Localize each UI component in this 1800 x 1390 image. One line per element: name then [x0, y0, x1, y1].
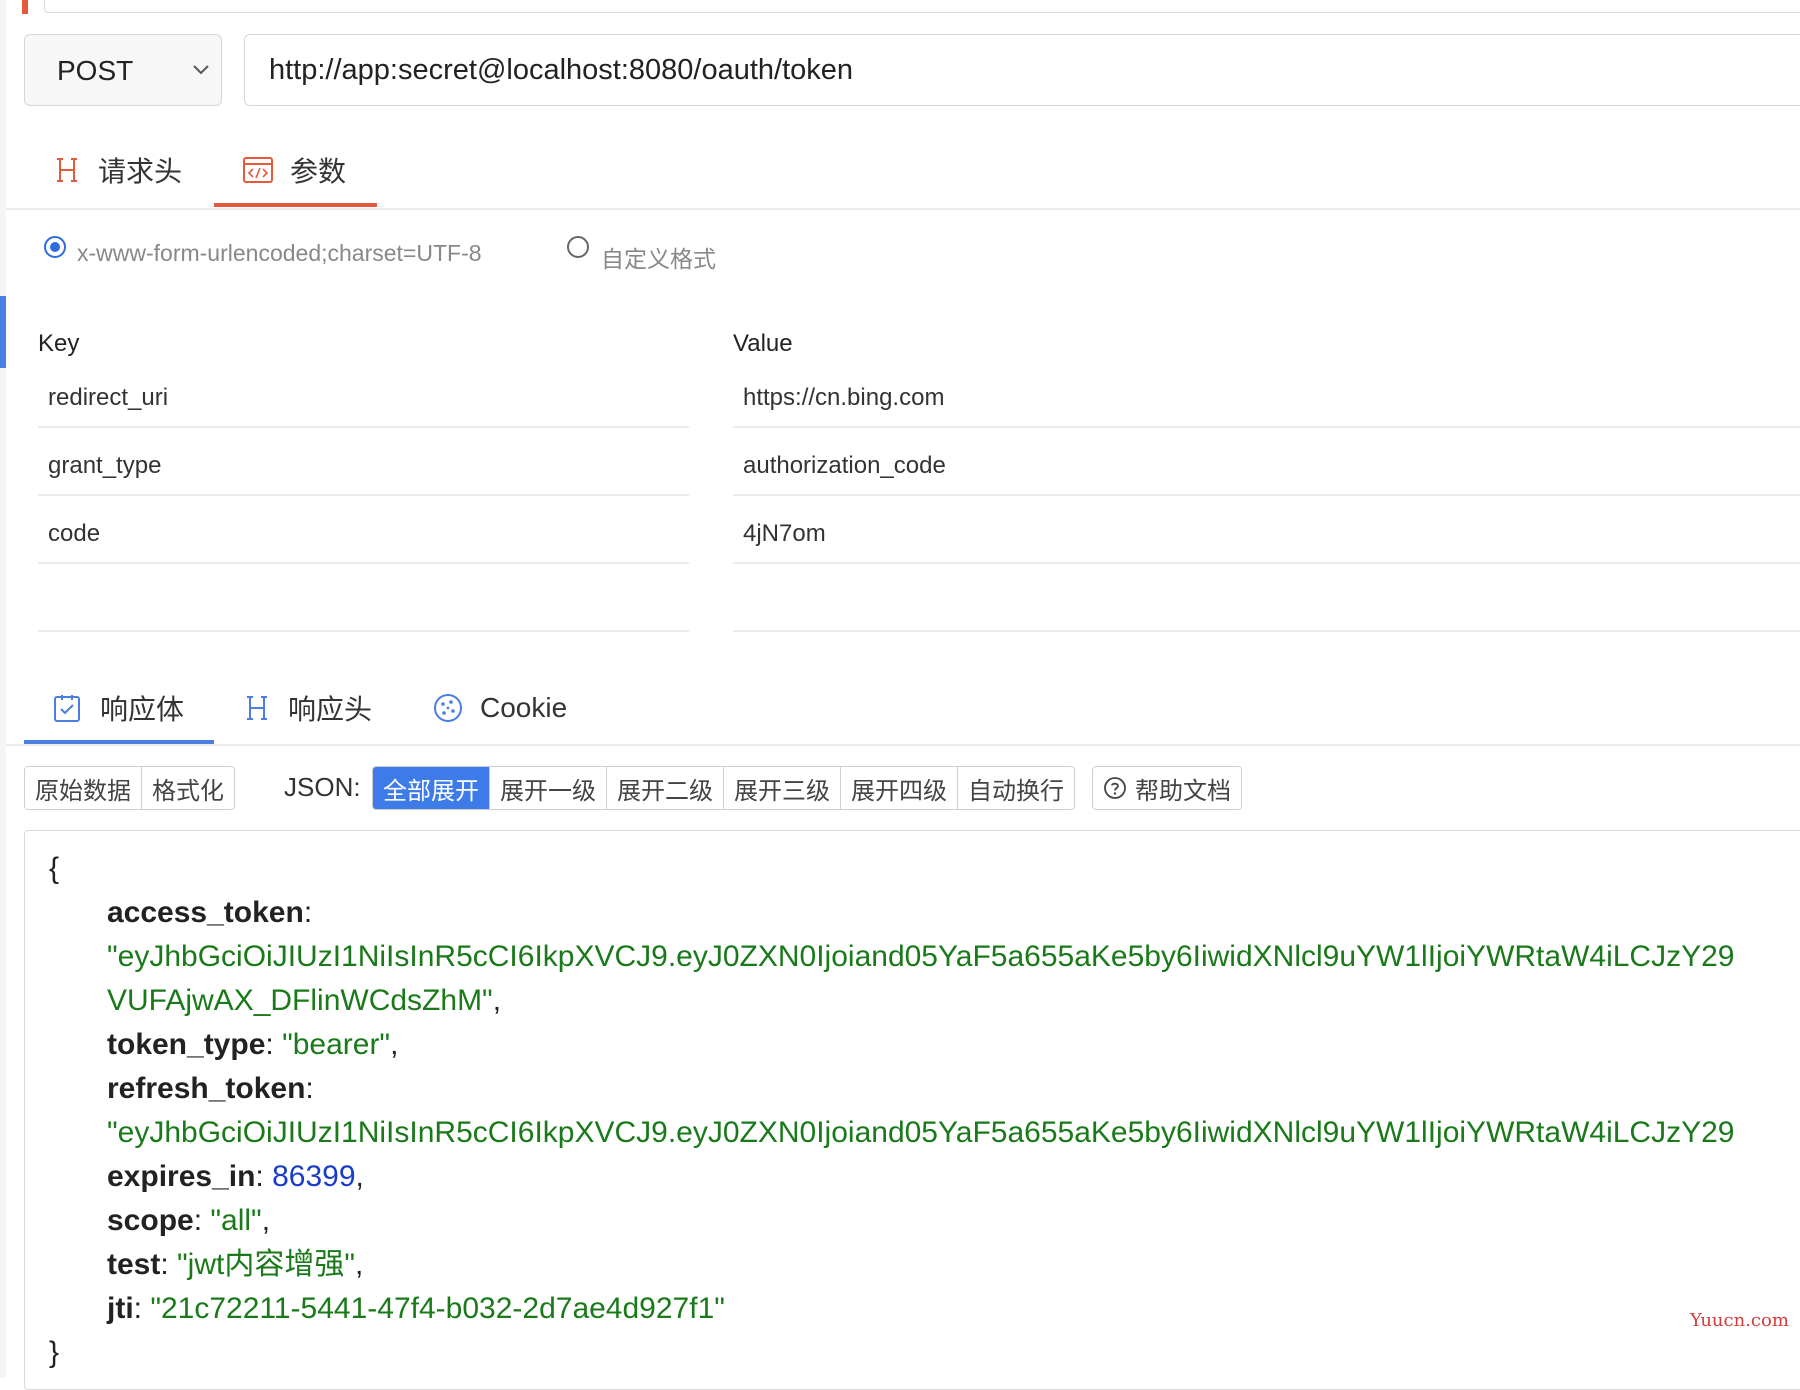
param-key-input[interactable]: redirect_uri	[38, 374, 689, 426]
param-value: https://cn.bing.com	[743, 384, 945, 411]
response-body-viewer[interactable]: { access_token: "eyJhbGciOiJIUzI1NiIsInR…	[24, 830, 1800, 1390]
tab-request-headers[interactable]: 请求头	[52, 145, 182, 195]
column-header-key: Key	[38, 330, 80, 357]
param-value-input-empty[interactable]	[733, 578, 1800, 630]
tab-label: 响应体	[100, 694, 185, 725]
word-wrap-button[interactable]: 自动换行	[957, 767, 1074, 809]
tab-label: 参数	[290, 156, 347, 187]
radio-button	[567, 236, 589, 258]
param-key: grant_type	[48, 452, 162, 479]
param-key: code	[48, 520, 101, 547]
json-key: expires_in	[107, 1160, 256, 1193]
cookie-icon	[434, 694, 462, 722]
json-label: JSON:	[284, 772, 361, 802]
help-button-group: 帮助文档	[1092, 766, 1242, 810]
method-select[interactable]: POST	[24, 34, 222, 106]
column-header-value: Value	[733, 330, 793, 357]
radio-urlencoded[interactable]	[44, 236, 66, 258]
row-divider	[733, 426, 1800, 428]
tab-label: Cookie	[480, 692, 568, 723]
json-value: "eyJhbGciOiJIUzI1NiIsInR5cCI6IkpXVCJ9.ey…	[107, 940, 1735, 973]
param-key-input-empty[interactable]	[38, 578, 689, 630]
param-value-input[interactable]: https://cn.bing.com	[733, 374, 1800, 426]
help-docs-label: 帮助文档	[1135, 777, 1231, 805]
param-key-input[interactable]: grant_type	[38, 442, 689, 494]
top-accent-bar	[22, 0, 28, 14]
view-mode-buttons: 原始数据 格式化	[24, 766, 235, 810]
json-value: "eyJhbGciOiJIUzI1NiIsInR5cCI6IkpXVCJ9.ey…	[107, 1116, 1735, 1149]
row-divider	[38, 630, 689, 632]
param-key: redirect_uri	[48, 384, 169, 411]
expand-level-2-button[interactable]: 展开二级	[606, 767, 723, 809]
json-close-brace: }	[49, 1336, 60, 1369]
json-key: access_token	[107, 896, 304, 929]
header-h-icon	[247, 696, 267, 720]
url-value: http://app:secret@localhost:8080/oauth/t…	[269, 54, 854, 86]
json-key: scope	[107, 1204, 194, 1237]
expand-level-3-button[interactable]: 展开三级	[723, 767, 840, 809]
formatted-button[interactable]: 格式化	[141, 767, 234, 809]
tab-label: 响应头	[288, 694, 373, 725]
left-rail	[0, 0, 6, 1378]
row-divider	[733, 562, 1800, 564]
json-line-test: test: "jwt内容增强",	[107, 1248, 364, 1281]
row-divider	[733, 630, 1800, 632]
chevron-down-icon	[193, 65, 209, 75]
json-expand-buttons: 全部展开 展开一级 展开二级 展开三级 展开四级 自动换行	[372, 766, 1075, 810]
help-circle-icon	[1104, 777, 1126, 799]
json-value: VUFAjwAX_DFlinWCdsZhM"	[107, 984, 493, 1017]
json-line-scope: scope: "all",	[107, 1204, 271, 1237]
help-docs-button[interactable]: 帮助文档	[1093, 767, 1241, 809]
divider	[6, 208, 1800, 210]
expand-level-4-button[interactable]: 展开四级	[840, 767, 957, 809]
tab-cookie[interactable]: Cookie	[432, 686, 567, 730]
json-open-brace: {	[49, 852, 60, 885]
watermark: Yuucn.com	[1690, 1310, 1789, 1331]
divider	[6, 744, 1800, 746]
radio-label-urlencoded: x-www-form-urlencoded;charset=UTF-8	[77, 240, 482, 266]
radio-button-selected	[44, 236, 66, 258]
tab-params[interactable]: 参数	[242, 145, 346, 195]
json-key: jti	[107, 1292, 134, 1325]
param-key-input[interactable]: code	[38, 510, 689, 562]
tab-active-indicator	[214, 203, 377, 207]
radio-label-custom-format: 自定义格式	[601, 246, 716, 272]
row-divider	[733, 494, 1800, 496]
radio-custom-format[interactable]	[567, 236, 589, 258]
row-divider	[38, 494, 689, 496]
code-window-icon	[243, 157, 273, 183]
json-value: 86399	[272, 1160, 356, 1193]
json-line-refresh-token-key: refresh_token:	[107, 1072, 314, 1105]
json-line-jti: jti: "21c72211-5441-47f4-b032-2d7ae4d927…	[107, 1292, 725, 1325]
tab-label: 请求头	[98, 156, 183, 187]
tab-response-headers[interactable]: 响应头	[242, 686, 372, 730]
method-value: POST	[57, 55, 134, 86]
json-value: "bearer"	[282, 1028, 391, 1061]
json-key: refresh_token	[107, 1072, 306, 1105]
row-divider	[38, 426, 689, 428]
tab-response-body[interactable]: 响应体	[52, 686, 184, 730]
param-value-input[interactable]: authorization_code	[733, 442, 1800, 494]
json-line-access-token-key: access_token:	[107, 896, 313, 929]
param-value: authorization_code	[743, 452, 946, 479]
expand-all-button[interactable]: 全部展开	[373, 767, 489, 809]
raw-data-button[interactable]: 原始数据	[25, 767, 141, 809]
param-value-input[interactable]: 4jN7om	[733, 510, 1800, 562]
json-line-access-token-end: VUFAjwAX_DFlinWCdsZhM",	[107, 984, 502, 1017]
param-value: 4jN7om	[743, 520, 826, 547]
row-divider	[38, 562, 689, 564]
json-line-token-type: token_type: "bearer",	[107, 1028, 399, 1061]
json-value: "all"	[210, 1204, 262, 1237]
json-key: test	[107, 1248, 161, 1281]
top-input-edge	[44, 0, 1800, 13]
left-rail-marker	[0, 296, 6, 368]
json-key: token_type	[107, 1028, 266, 1061]
json-value: "21c72211-5441-47f4-b032-2d7ae4d927f1"	[150, 1292, 725, 1325]
header-h-icon	[57, 158, 77, 182]
json-line-expires-in: expires_in: 86399,	[107, 1160, 364, 1193]
checkbox-doc-icon	[54, 695, 80, 722]
json-value: "jwt内容增强"	[177, 1248, 355, 1281]
expand-level-1-button[interactable]: 展开一级	[489, 767, 606, 809]
url-input[interactable]: http://app:secret@localhost:8080/oauth/t…	[244, 34, 1800, 106]
